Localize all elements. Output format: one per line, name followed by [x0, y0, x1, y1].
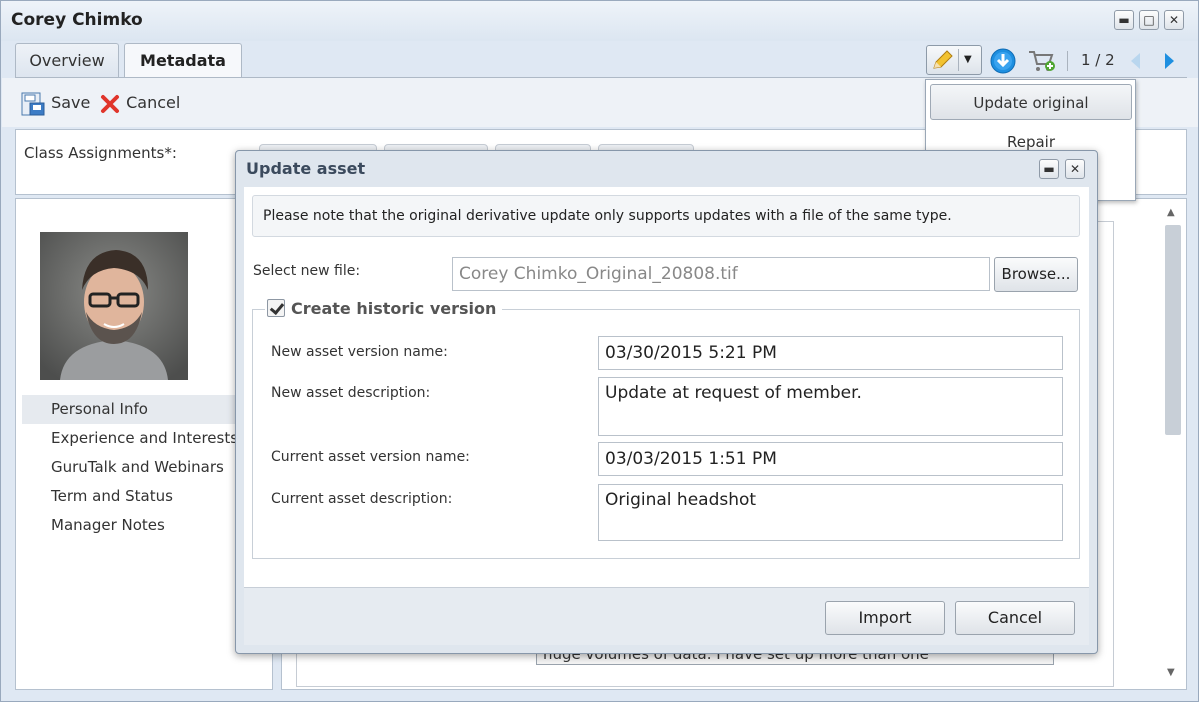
- update-asset-dialog: Update asset ▬ ✕ Please note that the or…: [235, 150, 1098, 654]
- profile-photo: [40, 232, 188, 380]
- page-indicator: 1 / 2: [1081, 51, 1115, 69]
- close-button[interactable]: ✕: [1164, 10, 1184, 30]
- tab-overview[interactable]: Overview: [15, 43, 119, 78]
- tab-metadata[interactable]: Metadata: [124, 43, 242, 78]
- window-title: Corey Chimko: [11, 10, 143, 30]
- download-icon[interactable]: [990, 48, 1016, 74]
- nav-item-personal-info[interactable]: Personal Info: [22, 395, 268, 424]
- minimize-button[interactable]: ▬: [1114, 10, 1134, 30]
- title-bar: Corey Chimko ▬ □ ✕: [1, 1, 1198, 41]
- cancel-toolbar-button[interactable]: Cancel: [99, 90, 180, 116]
- nav-item-term-status[interactable]: Term and Status: [22, 482, 268, 511]
- browse-button[interactable]: Browse...: [994, 257, 1078, 292]
- file-path-input[interactable]: Corey Chimko_Original_20808.tif: [452, 257, 990, 291]
- save-button[interactable]: Save: [20, 90, 90, 116]
- nav-item-gurutalk[interactable]: GuruTalk and Webinars: [22, 453, 268, 482]
- next-arrow-icon[interactable]: [1163, 51, 1177, 71]
- current-description-textarea[interactable]: Original headshot: [598, 484, 1063, 541]
- scroll-up-icon[interactable]: ▲: [1167, 207, 1175, 218]
- dialog-body: Please note that the original derivative…: [244, 187, 1089, 587]
- dialog-close-button[interactable]: ✕: [1065, 159, 1085, 179]
- notice-message: Please note that the original derivative…: [252, 195, 1080, 237]
- close-icon: [101, 94, 119, 113]
- historic-version-legend: Create historic version: [265, 297, 503, 321]
- pencil-icon: [931, 49, 955, 71]
- scroll-thumb[interactable]: [1165, 225, 1181, 435]
- dialog-title: Update asset: [246, 159, 366, 178]
- new-version-name-label: New asset version name:: [271, 344, 448, 360]
- save-icon: [21, 92, 45, 115]
- class-assignments-label: Class Assignments*:: [24, 144, 177, 162]
- nav-item-experience[interactable]: Experience and Interests: [22, 424, 268, 453]
- nav-item-manager-notes[interactable]: Manager Notes: [22, 511, 268, 540]
- menu-item-update-original[interactable]: Update original: [930, 84, 1132, 120]
- select-file-label: Select new file:: [253, 263, 361, 279]
- current-version-name-input[interactable]: 03/03/2015 1:51 PM: [598, 442, 1063, 476]
- dialog-footer: Import Cancel: [244, 587, 1089, 645]
- main-window: Corey Chimko ▬ □ ✕ Overview Metadata ▼ 1…: [0, 0, 1199, 702]
- new-version-name-input[interactable]: 03/30/2015 5:21 PM: [598, 336, 1063, 370]
- edit-menu-button[interactable]: ▼: [926, 45, 982, 75]
- new-description-textarea[interactable]: Update at request of member.: [598, 377, 1063, 436]
- dialog-minimize-button[interactable]: ▬: [1039, 159, 1059, 179]
- current-version-name-label: Current asset version name:: [271, 449, 470, 465]
- historic-version-fieldset: Create historic version New asset versio…: [252, 297, 1080, 559]
- chevron-down-icon: ▼: [964, 54, 972, 65]
- dialog-cancel-button[interactable]: Cancel: [955, 601, 1075, 635]
- vertical-scrollbar[interactable]: ▲ ▼: [1162, 201, 1184, 687]
- section-nav: Personal Info Experience and Interests G…: [22, 395, 268, 540]
- maximize-button[interactable]: □: [1139, 10, 1159, 30]
- create-historic-checkbox[interactable]: [267, 299, 285, 317]
- cart-add-icon[interactable]: [1027, 48, 1057, 74]
- import-button[interactable]: Import: [825, 601, 945, 635]
- previous-arrow-icon[interactable]: [1128, 51, 1142, 71]
- scroll-down-icon[interactable]: ▼: [1167, 667, 1175, 678]
- new-description-label: New asset description:: [271, 385, 431, 401]
- current-description-label: Current asset description:: [271, 491, 453, 507]
